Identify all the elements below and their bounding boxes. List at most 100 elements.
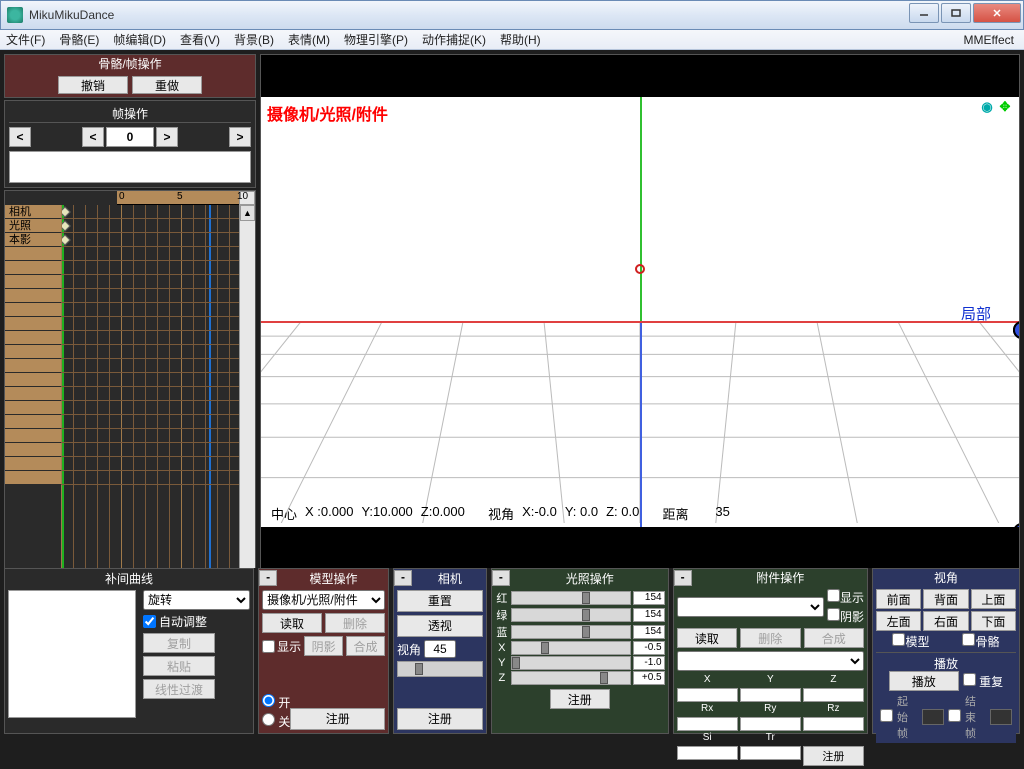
- light-b-slider[interactable]: [511, 625, 631, 639]
- view-back-button[interactable]: 背面: [923, 589, 968, 609]
- menu-help[interactable]: 帮助(H): [500, 31, 541, 48]
- redo-button[interactable]: 重做: [132, 76, 202, 94]
- view-top-button[interactable]: 上面: [971, 589, 1016, 609]
- menu-background[interactable]: 背景(B): [234, 31, 274, 48]
- curve-paste-button[interactable]: 粘贴: [143, 656, 215, 676]
- model-on-radio[interactable]: 开: [262, 694, 290, 711]
- play-button[interactable]: 播放: [889, 671, 959, 691]
- model-delete-button[interactable]: 删除: [325, 613, 385, 633]
- menu-expression[interactable]: 表情(M): [288, 31, 330, 48]
- accessory-show-checkbox[interactable]: 显示: [827, 589, 864, 606]
- acc-tr-input[interactable]: [740, 746, 801, 760]
- view3d[interactable]: 摄像机/光照/附件 ◉ ✥: [261, 97, 1019, 527]
- undo-button[interactable]: 撤销: [58, 76, 128, 94]
- frame-last-button[interactable]: >: [229, 127, 251, 147]
- acc-x-input[interactable]: [677, 688, 738, 702]
- model-load-button[interactable]: 读取: [262, 613, 322, 633]
- startframe-input[interactable]: [922, 709, 944, 725]
- axis-y-neg-icon: [640, 321, 642, 527]
- viewport[interactable]: 摄像机/光照/附件 ◉ ✥: [260, 54, 1020, 570]
- repeat-checkbox[interactable]: 重复: [963, 673, 1003, 690]
- acc-ry-input[interactable]: [740, 717, 801, 731]
- viewport-coords: 中心 X :0.000Y:10.000Z:0.000 视角 X:-0.0Y: 0…: [271, 504, 730, 523]
- accessory-compose-button[interactable]: 合成: [804, 628, 864, 648]
- accessory-shadow-checkbox[interactable]: 阴影: [827, 608, 864, 625]
- curve-copy-button[interactable]: 复制: [143, 633, 215, 653]
- model-off-radio[interactable]: 关: [262, 713, 290, 730]
- frame-next-button[interactable]: >: [156, 127, 178, 147]
- acc-si-input[interactable]: [677, 746, 738, 760]
- menu-motion[interactable]: 动作捕捉(K): [422, 31, 486, 48]
- view-bottom-button[interactable]: 下面: [971, 611, 1016, 631]
- menu-file[interactable]: 文件(F): [6, 31, 45, 48]
- accessory-delete-button[interactable]: 删除: [740, 628, 800, 648]
- curve-linear-button[interactable]: 线性过渡: [143, 679, 215, 699]
- endframe-input[interactable]: [990, 709, 1012, 725]
- model-compose-button[interactable]: 合成: [346, 636, 385, 656]
- light-panel: -光照操作 红154 绿154 蓝154 X-0.5 Y-1.0 Z+0.5 注…: [491, 568, 669, 734]
- light-z-slider[interactable]: [511, 671, 631, 685]
- accessory-select[interactable]: [677, 597, 824, 617]
- timeline-row-light[interactable]: 光照: [5, 219, 61, 233]
- frame-first-button[interactable]: <: [9, 127, 31, 147]
- axis-x-icon: [261, 321, 1019, 323]
- endframe-checkbox[interactable]: [948, 709, 961, 725]
- model-collapse-button[interactable]: -: [259, 570, 277, 586]
- camera-persp-button[interactable]: 透视: [397, 615, 483, 637]
- startframe-checkbox[interactable]: [880, 709, 893, 725]
- curve-auto-checkbox[interactable]: 自动调整: [143, 613, 250, 630]
- minimize-button[interactable]: [909, 3, 939, 23]
- scroll-up-icon[interactable]: ▲: [240, 205, 255, 221]
- accessory-load-button[interactable]: 读取: [677, 628, 737, 648]
- model-shadow-button[interactable]: 阴影: [304, 636, 343, 656]
- view-bone-checkbox[interactable]: 骨骼: [962, 633, 999, 650]
- acc-rz-input[interactable]: [803, 717, 864, 731]
- accessory-collapse-button[interactable]: -: [674, 570, 692, 586]
- accessory-bone-select[interactable]: [677, 651, 864, 671]
- model-select[interactable]: 摄像机/光照/附件: [262, 590, 385, 610]
- model-panel: -模型操作 摄像机/光照/附件 读取 删除 显示 阴影 合成 开 关 注册: [258, 568, 389, 734]
- model-register-button[interactable]: 注册: [290, 708, 385, 730]
- camera-angle-input[interactable]: [424, 640, 456, 658]
- menu-frameedit[interactable]: 帧编辑(D): [113, 31, 166, 48]
- acc-z-input[interactable]: [803, 688, 864, 702]
- window-titlebar: MikuMikuDance: [0, 0, 1024, 30]
- curve-panel: 补间曲线 旋转 自动调整 复制 粘贴 线性过渡: [4, 568, 254, 734]
- timeline-ruler[interactable]: 0 5 10: [117, 191, 239, 205]
- camera-collapse-button[interactable]: -: [394, 570, 412, 586]
- close-button[interactable]: [973, 3, 1021, 23]
- app-icon: [7, 7, 23, 23]
- menu-physics[interactable]: 物理引擎(P): [344, 31, 408, 48]
- camera-register-button[interactable]: 注册: [397, 708, 483, 730]
- menu-bone[interactable]: 骨骼(E): [59, 31, 99, 48]
- gizmo-move-z[interactable]: Z: [1013, 523, 1019, 527]
- light-x-slider[interactable]: [511, 641, 631, 655]
- view-left-button[interactable]: 左面: [876, 611, 921, 631]
- accessory-register-button[interactable]: 注册: [803, 746, 864, 766]
- timeline-row-shadow[interactable]: 本影: [5, 233, 61, 247]
- curve-canvas[interactable]: [8, 590, 136, 718]
- maximize-button[interactable]: [941, 3, 971, 23]
- camera-reset-button[interactable]: 重置: [397, 590, 483, 612]
- curve-mode-select[interactable]: 旋转: [143, 590, 250, 610]
- model-show-checkbox[interactable]: 显示: [262, 636, 301, 656]
- acc-rx-input[interactable]: [677, 717, 738, 731]
- view-right-button[interactable]: 右面: [923, 611, 968, 631]
- frame-prev-button[interactable]: <: [82, 127, 104, 147]
- light-y-slider[interactable]: [511, 656, 631, 670]
- timeline-row-camera[interactable]: 相机: [5, 205, 61, 219]
- move-icon[interactable]: ✥: [997, 99, 1013, 115]
- menu-view[interactable]: 查看(V): [180, 31, 220, 48]
- view-front-button[interactable]: 前面: [876, 589, 921, 609]
- light-collapse-button[interactable]: -: [492, 570, 510, 586]
- view-model-checkbox[interactable]: 模型: [892, 633, 929, 650]
- light-r-slider[interactable]: [511, 591, 631, 605]
- menu-mmeffect[interactable]: MMEffect: [964, 33, 1014, 47]
- light-g-slider[interactable]: [511, 608, 631, 622]
- eye-icon[interactable]: ◉: [979, 99, 995, 115]
- origin-marker-icon: [635, 264, 645, 274]
- light-register-button[interactable]: 注册: [550, 689, 610, 709]
- frame-input[interactable]: [106, 127, 154, 147]
- acc-y-input[interactable]: [740, 688, 801, 702]
- camera-angle-slider[interactable]: [397, 661, 483, 677]
